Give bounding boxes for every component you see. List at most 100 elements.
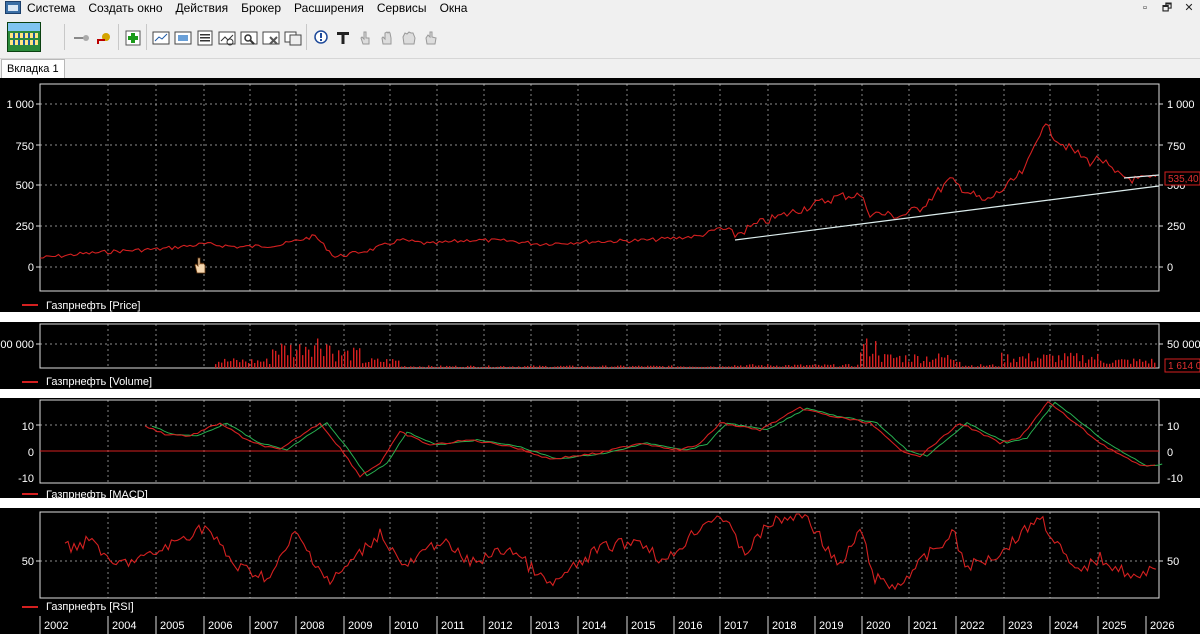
volume-bar	[1133, 358, 1135, 368]
hand-1-icon[interactable]	[356, 29, 374, 47]
key-icon[interactable]	[72, 29, 90, 47]
volume-bar	[758, 365, 760, 368]
tab-vkladka-1[interactable]: Вкладка 1	[1, 59, 65, 78]
volume-bar	[845, 364, 847, 368]
chart-area[interactable]: 1 000 750 500 250 0 1 000 750 500 250 0 …	[0, 78, 1200, 634]
chart-window-icon[interactable]	[152, 29, 170, 47]
volume-bar	[959, 361, 961, 368]
volume-tick-right: 50 000	[1167, 339, 1200, 351]
volume-bar	[326, 344, 328, 368]
app-icon[interactable]	[5, 1, 21, 14]
text-tool-icon[interactable]	[334, 29, 352, 47]
volume-bar	[998, 366, 1000, 368]
volume-bar	[257, 360, 259, 368]
hand-4-icon[interactable]	[422, 29, 440, 47]
year-label-2005: 2005	[160, 620, 184, 632]
chart-delete-icon[interactable]	[262, 29, 280, 47]
volume-bar	[356, 350, 358, 368]
menu-broker[interactable]: Брокер	[241, 0, 288, 16]
hand-3-icon[interactable]	[400, 29, 418, 47]
volume-bar	[290, 344, 292, 368]
volume-bar	[377, 358, 379, 368]
volume-bar	[893, 358, 895, 368]
price-tick-left-500: 500	[16, 180, 34, 192]
volume-bar	[1073, 355, 1075, 368]
volume-bar	[272, 349, 274, 368]
volume-bar	[245, 361, 247, 368]
chart-copy-icon[interactable]	[284, 29, 302, 47]
year-label-2023: 2023	[1008, 620, 1032, 632]
volume-bar	[1064, 353, 1066, 368]
volume-bar	[776, 365, 778, 368]
hand-cursor-icon	[194, 257, 206, 274]
volume-bar	[518, 366, 520, 368]
volume-bar	[1142, 361, 1144, 368]
volume-bar	[1154, 362, 1156, 368]
zoom-icon[interactable]	[240, 29, 258, 47]
volume-bar	[1004, 362, 1006, 368]
volume-bar	[554, 366, 556, 368]
chart-edit-icon[interactable]	[218, 29, 236, 47]
volume-bar	[1124, 359, 1126, 368]
info-icon[interactable]	[312, 29, 330, 47]
volume-bar	[761, 365, 763, 368]
menu-create-window[interactable]: Создать окно	[88, 0, 169, 16]
minimize-button[interactable]: ▫	[1134, 0, 1156, 16]
volume-bar	[482, 366, 484, 368]
volume-bar	[953, 360, 955, 368]
volume-bar	[878, 355, 880, 368]
volume-bar	[371, 358, 373, 368]
volume-bar	[254, 363, 256, 368]
volume-bar	[623, 365, 625, 368]
volume-bar	[218, 361, 220, 368]
menu-system[interactable]: Система	[27, 0, 82, 16]
volume-bar	[263, 361, 265, 368]
volume-bar	[1091, 356, 1093, 368]
volume-bar	[902, 362, 904, 368]
close-button[interactable]: ✕	[1178, 0, 1200, 16]
volume-bar	[1103, 362, 1105, 368]
menu-windows[interactable]: Окна	[440, 0, 475, 16]
restore-button[interactable]: 🗗	[1156, 0, 1178, 16]
volume-bar	[1082, 355, 1084, 368]
volume-bar	[923, 361, 925, 368]
keys-icon[interactable]	[94, 29, 112, 47]
add-chart-icon[interactable]	[124, 29, 142, 47]
volume-bar	[494, 367, 496, 368]
volume-bar	[599, 366, 601, 368]
list-icon[interactable]	[196, 29, 214, 47]
year-label-2014: 2014	[582, 620, 606, 632]
volume-bar	[989, 365, 991, 368]
chart-image-icon[interactable]	[174, 29, 192, 47]
volume-bar	[908, 361, 910, 368]
volume-bar	[416, 367, 418, 368]
volume-bar	[800, 364, 802, 368]
volume-bar	[314, 345, 316, 368]
rsi-panel[interactable]	[0, 508, 1200, 616]
volume-bar	[311, 356, 313, 368]
volume-bar	[740, 365, 742, 368]
menu-items: Система Создать окно Действия Брокер Рас…	[27, 0, 480, 16]
volume-bar	[1145, 360, 1147, 368]
volume-bar	[224, 358, 226, 368]
volume-panel[interactable]	[0, 322, 1200, 389]
price-tick-left-0: 0	[28, 262, 34, 274]
hand-2-icon[interactable]	[378, 29, 396, 47]
menu-extensions[interactable]: Расширения	[294, 0, 371, 16]
menu-services[interactable]: Сервисы	[377, 0, 434, 16]
volume-bar	[302, 355, 304, 368]
volume-bar	[221, 362, 223, 368]
volume-bar	[1088, 359, 1090, 368]
volume-bar	[1055, 362, 1057, 368]
volume-bar	[266, 358, 268, 368]
volume-bar	[497, 366, 499, 368]
price-panel[interactable]	[0, 78, 1200, 312]
volume-bar	[344, 351, 346, 368]
menu-actions[interactable]: Действия	[176, 0, 236, 16]
terminal-logo-icon[interactable]	[7, 22, 41, 52]
volume-bar	[917, 356, 919, 368]
volume-bar	[602, 365, 604, 368]
volume-bar	[1076, 353, 1078, 368]
volume-bar	[374, 359, 376, 368]
volume-bar	[341, 355, 343, 368]
